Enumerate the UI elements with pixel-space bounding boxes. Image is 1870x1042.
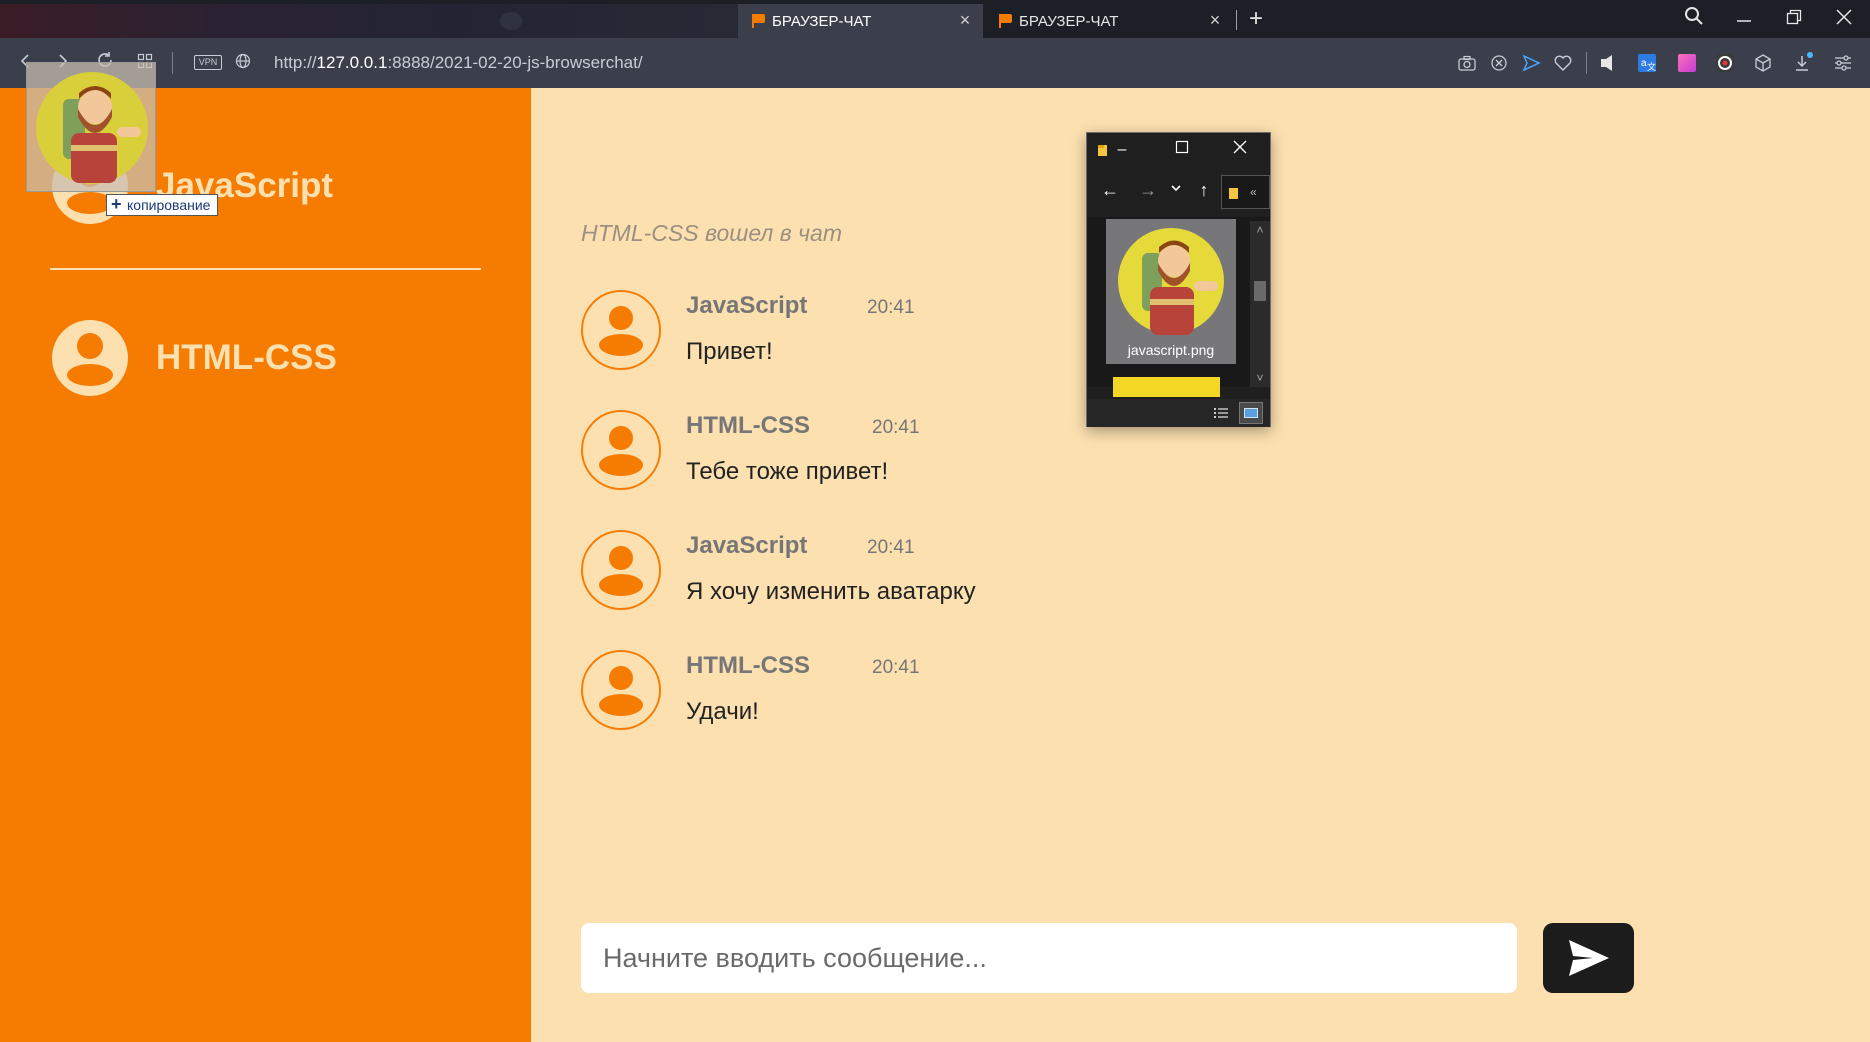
chevron-down-icon[interactable]: ˅ xyxy=(1250,371,1270,385)
hiker-avatar-icon xyxy=(36,72,148,184)
sidebar: JavaScript HTML-CSS xyxy=(0,88,531,1042)
browser-tab-bar: БРАУЗЕР-ЧАТ × БРАУЗЕР-ЧАТ × + xyxy=(0,0,1870,38)
tab-title: БРАУЗЕР-ЧАТ xyxy=(1019,12,1119,30)
chevron-up-icon[interactable]: ˄ xyxy=(1250,223,1270,237)
send-arrow-icon xyxy=(1568,940,1609,976)
flag-icon xyxy=(999,14,1013,28)
large-icons-view-button[interactable] xyxy=(1239,402,1263,424)
contact-name: HTML-CSS xyxy=(156,338,337,377)
folder-icon xyxy=(1229,188,1238,199)
message-time: 20:41 xyxy=(872,417,920,438)
message-text: Удачи! xyxy=(686,698,759,725)
close-tab-icon[interactable]: × xyxy=(957,11,973,29)
url-host: 127.0.0.1 xyxy=(316,53,388,72)
file-item-yellow-thumbnail[interactable] xyxy=(1113,377,1220,397)
address-bar: VPN http://127.0.0.1:8888/2021-02-20-js-… xyxy=(0,38,1870,88)
tab-browser-chat[interactable]: БРАУЗЕР-ЧАТ × xyxy=(985,4,1233,38)
record-extension-icon[interactable] xyxy=(1714,52,1736,74)
audio-extension-icon[interactable] xyxy=(1597,52,1619,74)
back-arrow-icon[interactable]: ← xyxy=(1099,179,1121,201)
drag-copy-tooltip: + копирование xyxy=(106,194,219,216)
globe-icon[interactable] xyxy=(230,50,256,76)
user-avatar-icon xyxy=(581,290,661,370)
file-explorer-window: – ← → ↑ « javascript.png ˄ ˅ xyxy=(1086,132,1271,427)
restore-icon[interactable] xyxy=(1776,6,1812,32)
file-item-javascript-png[interactable]: javascript.png xyxy=(1106,219,1236,364)
system-message: HTML-CSS вошел в чат xyxy=(581,220,842,246)
tab-title: БРАУЗЕР-ЧАТ xyxy=(772,12,872,30)
path-fragment: « xyxy=(1250,185,1257,199)
message-time: 20:41 xyxy=(872,657,920,678)
tab-browser-chat-active[interactable]: БРАУЗЕР-ЧАТ × xyxy=(738,4,983,38)
url-field[interactable]: http://127.0.0.1:8888/2021-02-20-js-brow… xyxy=(274,52,643,74)
large-icons-view-icon xyxy=(1244,408,1258,418)
message-time: 20:41 xyxy=(867,537,915,558)
adblock-icon[interactable] xyxy=(1488,52,1510,74)
maximize-icon[interactable] xyxy=(1167,137,1197,163)
addressbar-separator xyxy=(172,52,173,74)
download-icon[interactable] xyxy=(1792,52,1814,74)
svg-text:文: 文 xyxy=(1647,61,1656,72)
explorer-titlebar[interactable]: – xyxy=(1087,133,1270,167)
message-author: JavaScript xyxy=(686,292,808,319)
hiker-avatar-icon xyxy=(1118,228,1224,335)
sidebar-divider xyxy=(50,268,481,270)
message-text: Тебе тоже привет! xyxy=(686,458,889,485)
color-extension-icon[interactable] xyxy=(1676,52,1698,74)
snapshot-camera-icon[interactable] xyxy=(1456,52,1478,74)
message-author: HTML-CSS xyxy=(686,412,810,439)
user-avatar-icon xyxy=(581,530,661,610)
user-avatar-icon xyxy=(581,410,661,490)
drag-copy-label: копирование xyxy=(127,197,211,213)
search-tabs-icon[interactable] xyxy=(1676,6,1712,32)
vpn-badge[interactable]: VPN xyxy=(194,55,222,70)
new-tab-icon[interactable]: + xyxy=(1244,6,1268,32)
toolbar-separator xyxy=(1586,52,1587,74)
sidebar-item-html-css[interactable]: HTML-CSS xyxy=(52,320,337,396)
chat-message: JavaScript 20:41 Я хочу изменить аватарк… xyxy=(581,530,1281,630)
drag-preview-image xyxy=(26,62,156,192)
tab-separator xyxy=(1236,10,1237,30)
send-flow-icon[interactable] xyxy=(1520,52,1542,74)
minimize-icon[interactable]: – xyxy=(1107,137,1137,163)
message-time: 20:41 xyxy=(867,297,915,318)
send-button[interactable] xyxy=(1543,923,1634,993)
url-prefix: http:// xyxy=(274,53,317,72)
message-text: Я хочу изменить аватарку xyxy=(686,578,976,605)
url-path: :8888/2021-02-20-js-browserchat/ xyxy=(387,53,643,72)
translate-icon[interactable]: a文 xyxy=(1636,52,1658,74)
message-text: Привет! xyxy=(686,338,773,365)
explorer-status-bar xyxy=(1087,399,1270,427)
message-author: HTML-CSS xyxy=(686,652,810,679)
up-arrow-icon[interactable]: ↑ xyxy=(1193,179,1215,201)
close-tab-icon[interactable]: × xyxy=(1207,11,1223,29)
forward-arrow-icon[interactable]: → xyxy=(1137,179,1159,201)
file-name: javascript.png xyxy=(1127,342,1215,358)
cube-extension-icon[interactable] xyxy=(1752,52,1774,74)
user-avatar-icon xyxy=(52,320,128,396)
chevron-down-icon[interactable] xyxy=(1165,179,1187,201)
details-view-icon[interactable] xyxy=(1213,406,1229,420)
easy-setup-icon[interactable] xyxy=(1832,52,1854,74)
message-input[interactable] xyxy=(581,923,1517,993)
scrollbar-thumb[interactable] xyxy=(1254,281,1266,301)
plus-icon: + xyxy=(111,194,122,214)
close-window-icon[interactable] xyxy=(1826,6,1862,32)
chat-message: HTML-CSS 20:41 Удачи! xyxy=(581,650,1281,750)
minimize-icon[interactable] xyxy=(1726,6,1762,32)
message-author: JavaScript xyxy=(686,532,808,559)
flag-icon xyxy=(752,14,766,28)
heart-icon[interactable] xyxy=(1552,52,1574,74)
explorer-path[interactable]: « xyxy=(1221,175,1270,209)
blurred-tabs-area[interactable] xyxy=(0,4,738,38)
close-icon[interactable] xyxy=(1225,137,1255,163)
explorer-scrollbar[interactable]: ˄ ˅ xyxy=(1250,221,1270,387)
user-avatar-icon xyxy=(581,650,661,730)
